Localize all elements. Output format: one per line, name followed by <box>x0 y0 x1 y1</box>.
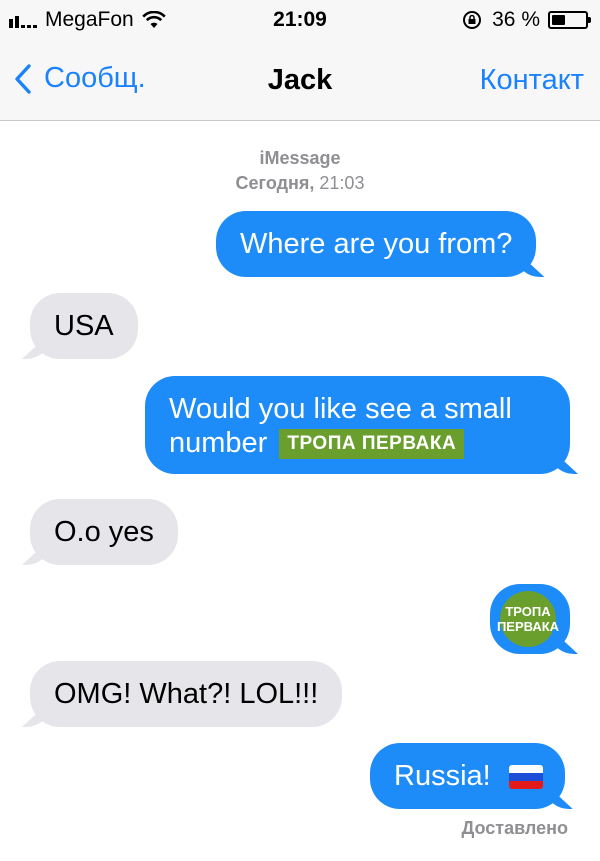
message-bubble-outgoing[interactable]: Russia! <box>370 743 565 809</box>
message-text: USA <box>54 310 114 342</box>
message-bubble-outgoing[interactable]: Where are you from? <box>216 211 537 277</box>
message-text: Russia! <box>394 760 491 792</box>
thread-date-time: 21:03 <box>319 173 365 193</box>
message-thread[interactable]: iMessage Сегодня, 21:03 Where are you fr… <box>0 121 600 861</box>
thread-date-day: Сегодня, <box>235 173 315 193</box>
nav-bar: Сообщ. Jack Контакт <box>0 40 600 121</box>
message-text-line-2: number ТРОПА ПЕРВАКА <box>169 426 546 460</box>
message-text: O.o yes <box>54 516 154 548</box>
message-bubble-incoming[interactable]: O.o yes <box>30 499 178 565</box>
message-bubble-incoming[interactable]: USA <box>30 293 138 359</box>
back-button-label: Сообщ. <box>44 62 146 94</box>
message-text: OMG! What?! LOL!!! <box>54 678 319 710</box>
tropa-pervaka-logo: ТРОПА ПЕРВАКА <box>279 429 465 460</box>
rotation-lock-icon <box>463 11 482 29</box>
status-right: 36 % <box>462 8 591 32</box>
message-text-line-1: Would you like see a small <box>169 393 512 425</box>
sticker-line-1: ТРОПА <box>505 604 551 619</box>
thread-date: Сегодня, 21:03 <box>0 173 600 194</box>
message-text: Where are you from? <box>240 228 513 260</box>
service-label: iMessage <box>259 148 341 168</box>
contact-button[interactable]: Контакт <box>480 64 584 97</box>
sticker-line-2: ПЕРВАКА <box>496 619 560 634</box>
tropa-pervaka-sticker-icon: ТРОПА ПЕРВАКА <box>496 591 560 647</box>
chevron-left-icon <box>15 63 31 94</box>
back-button[interactable]: Сообщ. <box>14 62 146 95</box>
message-bubble-outgoing[interactable]: Would you like see a small number ТРОПА … <box>145 376 570 474</box>
russian-flag-icon <box>508 765 543 790</box>
message-bubble-incoming[interactable]: OMG! What?! LOL!!! <box>30 661 343 727</box>
battery-fill <box>552 15 565 25</box>
delivery-status: Доставлено <box>461 818 568 838</box>
message-text: number <box>169 427 268 459</box>
message-bubble-outgoing-sticker[interactable]: ТРОПА ПЕРВАКА <box>490 584 570 654</box>
battery-icon <box>548 11 591 29</box>
status-bar: MegaFon 21:09 36 % <box>0 0 600 40</box>
battery-percent: 36 % <box>492 8 540 31</box>
